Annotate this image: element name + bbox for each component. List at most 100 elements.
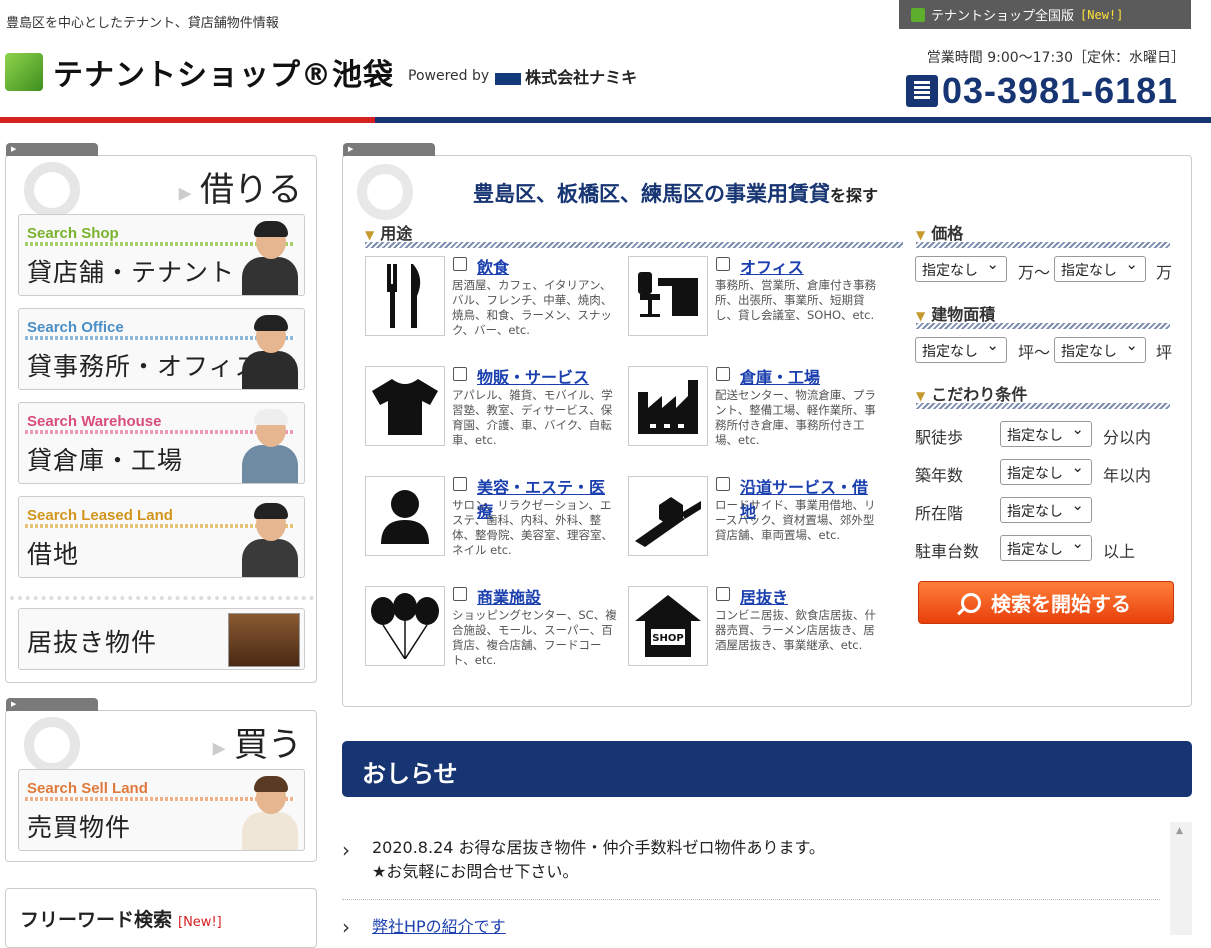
site-logo[interactable]: テナントショップ®池袋 Powered by 株式会社ナミキ [5, 50, 637, 94]
office-woman-photo [240, 315, 300, 389]
category-checkbox[interactable] [716, 587, 730, 601]
phone-number[interactable]: 03-3981-6181 [906, 70, 1178, 112]
inuki-button[interactable]: 居抜き物件 [18, 608, 305, 670]
category-link[interactable]: 居抜き [740, 584, 788, 608]
category-checkbox[interactable] [453, 257, 467, 271]
category-link[interactable]: 倉庫・工場 [740, 364, 820, 388]
search-warehouse-button[interactable]: Search Warehouse 貸倉庫・工場 [18, 402, 305, 484]
station-walk-unit: 分以内 [1103, 428, 1152, 447]
search-leased-land-jp: 借地 [27, 540, 80, 569]
search-panel: 豊島区、板橋区、練馬区の事業用賃貸を探す 用途 飲食 居酒屋、カフェ、イタリアン… [342, 143, 1192, 707]
shop-interior-photo [228, 613, 300, 667]
price-unit: 万 [1156, 263, 1173, 282]
category-checkbox[interactable] [453, 477, 467, 491]
rent-panel-header: 借りる [6, 156, 316, 218]
search-sell-land-button[interactable]: Search Sell Land 売買物件 [18, 769, 305, 851]
powered-by: Powered by [408, 68, 490, 84]
site-header: 豊島区を中心としたテナント、貸店舗物件情報 テナントショップ全国版 [New!]… [0, 0, 1211, 125]
conditions-label: こだわり条件 [916, 381, 1170, 409]
category-inshoku: 飲食 居酒屋、カフェ、イタリアン、バル、フレンチ、中華、焼肉、焼鳥、和食、ラーメ… [365, 256, 620, 340]
price-max-select[interactable]: 指定なし [1054, 255, 1146, 282]
category-desc: 配送センター、物流倉庫、プラント、整備工場、軽作業所、事務所付き倉庫、事務所付き… [715, 388, 876, 447]
company-name: 株式会社ナミキ [495, 64, 637, 88]
news-item-note: ★お気軽にお問合せ下さい。 [372, 862, 579, 881]
national-site-link[interactable]: テナントショップ全国版 [New!] [899, 0, 1191, 29]
rent-title: 借りる [179, 162, 302, 211]
area-unit: 坪 [1156, 343, 1173, 362]
parking-label: 駐車台数 [915, 542, 980, 561]
area-max-select[interactable]: 指定なし [1054, 336, 1146, 363]
category-beauty: 美容・エステ・医療 サロン、リラクゼーション、エステ、歯科、内科、外科、整体、整… [365, 476, 620, 560]
search-sell-land-en: Search Sell Land [27, 780, 148, 797]
factory-icon [628, 366, 708, 446]
search-leased-land-button[interactable]: Search Leased Land 借地 [18, 496, 305, 578]
floor-select[interactable]: 指定なし [1000, 496, 1092, 523]
category-checkbox[interactable] [453, 587, 467, 601]
business-hours: 営業時間 9:00～17:30［定休：水曜日］ [926, 50, 1185, 66]
category-desc: コンビニ居抜、飲食店居抜、什器売買、ラーメン店居抜き、居酒屋居抜き、事業継承、e… [715, 608, 876, 652]
person-icon [365, 476, 445, 556]
worker-photo [240, 409, 300, 483]
category-desc: ロードサイド、事業用借地、リースバック、資材置場、郊外型貸店舗、車両置場、etc… [715, 498, 876, 542]
news-item-link[interactable]: 弊社HPの紹介です [372, 917, 506, 936]
search-leased-land-en: Search Leased Land [27, 507, 173, 524]
buy-panel: 買う Search Sell Land 売買物件 [5, 698, 317, 862]
tshirt-icon [365, 366, 445, 446]
buy-title: 買う [213, 717, 302, 766]
search-shop-jp: 貸店舗・テナント [27, 258, 236, 287]
news-scrollbar[interactable] [1170, 822, 1192, 935]
category-link[interactable]: 物販・サービス [477, 364, 589, 388]
company-logo-icon [495, 72, 522, 85]
area-label: 建物面積 [916, 301, 1170, 329]
category-checkbox[interactable] [716, 367, 730, 381]
fork-knife-icon [365, 256, 445, 336]
search-icon [961, 592, 981, 613]
category-desc: アパレル、雑貨、モバイル、学習塾、教室、ディサービス、保育園、介護、車、バイク、… [452, 388, 613, 447]
category-checkbox[interactable] [453, 367, 467, 381]
header-blue-bar [375, 117, 1211, 123]
search-start-button[interactable]: 検索を開始する [918, 581, 1174, 624]
category-retail: 物販・サービス アパレル、雑貨、モバイル、学習塾、教室、ディサービス、保育園、介… [365, 366, 620, 450]
phone-text: 03-3981-6181 [942, 70, 1179, 111]
purpose-label: 用途 [365, 220, 903, 248]
search-heading: 豊島区、板橋区、練馬区の事業用賃貸を探す [473, 182, 879, 206]
news-item[interactable]: 弊社HPの紹介です [342, 913, 1160, 939]
parking-select[interactable]: 指定なし [1000, 534, 1092, 561]
divider [10, 596, 314, 600]
category-link[interactable]: 商業施設 [477, 584, 541, 608]
category-link[interactable]: 飲食 [477, 254, 509, 278]
panel-tab [6, 698, 98, 711]
rent-panel: 借りる Search Shop 貸店舗・テナント Search Office 貸… [5, 143, 317, 683]
company-label: 株式会社ナミキ [525, 68, 638, 87]
parking-unit: 以上 [1103, 542, 1136, 561]
category-office: オフィス 事務所、営業所、倉庫付き事務所、出張所、事業所、短期貸し、貸し会議室、… [628, 256, 883, 340]
news-item-text: 2020.8.24 お得な居抜き物件・仲介手数料ゼロ物件あります。 [372, 838, 825, 857]
search-office-button[interactable]: Search Office 貸事務所・オフィス [18, 308, 305, 390]
category-checkbox[interactable] [716, 257, 730, 271]
search-shop-button[interactable]: Search Shop 貸店舗・テナント [18, 214, 305, 296]
magnifier-icon [357, 164, 413, 220]
svg-text:SHOP: SHOP [652, 633, 683, 644]
station-walk-select[interactable]: 指定なし [1000, 420, 1092, 447]
phone-icon [906, 75, 938, 107]
news-header: おしらせ [342, 741, 1192, 797]
search-warehouse-jp: 貸倉庫・工場 [27, 446, 184, 475]
free-word-search-panel: フリーワード検索 [New!] [5, 888, 317, 948]
floor-label: 所在階 [915, 504, 964, 523]
tagline: 豊島区を中心としたテナント、貸店舗物件情報 [6, 16, 279, 31]
panel-tab [343, 143, 435, 156]
category-link[interactable]: オフィス [740, 254, 804, 278]
inuki-label: 居抜き物件 [27, 628, 158, 657]
category-roadside: 沿道サービス・借地 ロードサイド、事業用借地、リースバック、資材置場、郊外型貸店… [628, 476, 883, 560]
building-age-select[interactable]: 指定なし [1000, 458, 1092, 485]
news-item[interactable]: 2020.8.24 お得な居抜き物件・仲介手数料ゼロ物件あります。 ★お気軽にお… [342, 836, 1160, 884]
search-warehouse-en: Search Warehouse [27, 413, 162, 430]
free-word-title: フリーワード検索 [New!] [20, 909, 222, 931]
magnifier-icon [24, 162, 80, 218]
area-min-select[interactable]: 指定なし [915, 336, 1007, 363]
search-office-en: Search Office [27, 319, 124, 336]
new-badge: [New!] [1080, 7, 1124, 22]
category-checkbox[interactable] [716, 477, 730, 491]
price-min-select[interactable]: 指定なし [915, 255, 1007, 282]
panel-tab [6, 143, 98, 156]
